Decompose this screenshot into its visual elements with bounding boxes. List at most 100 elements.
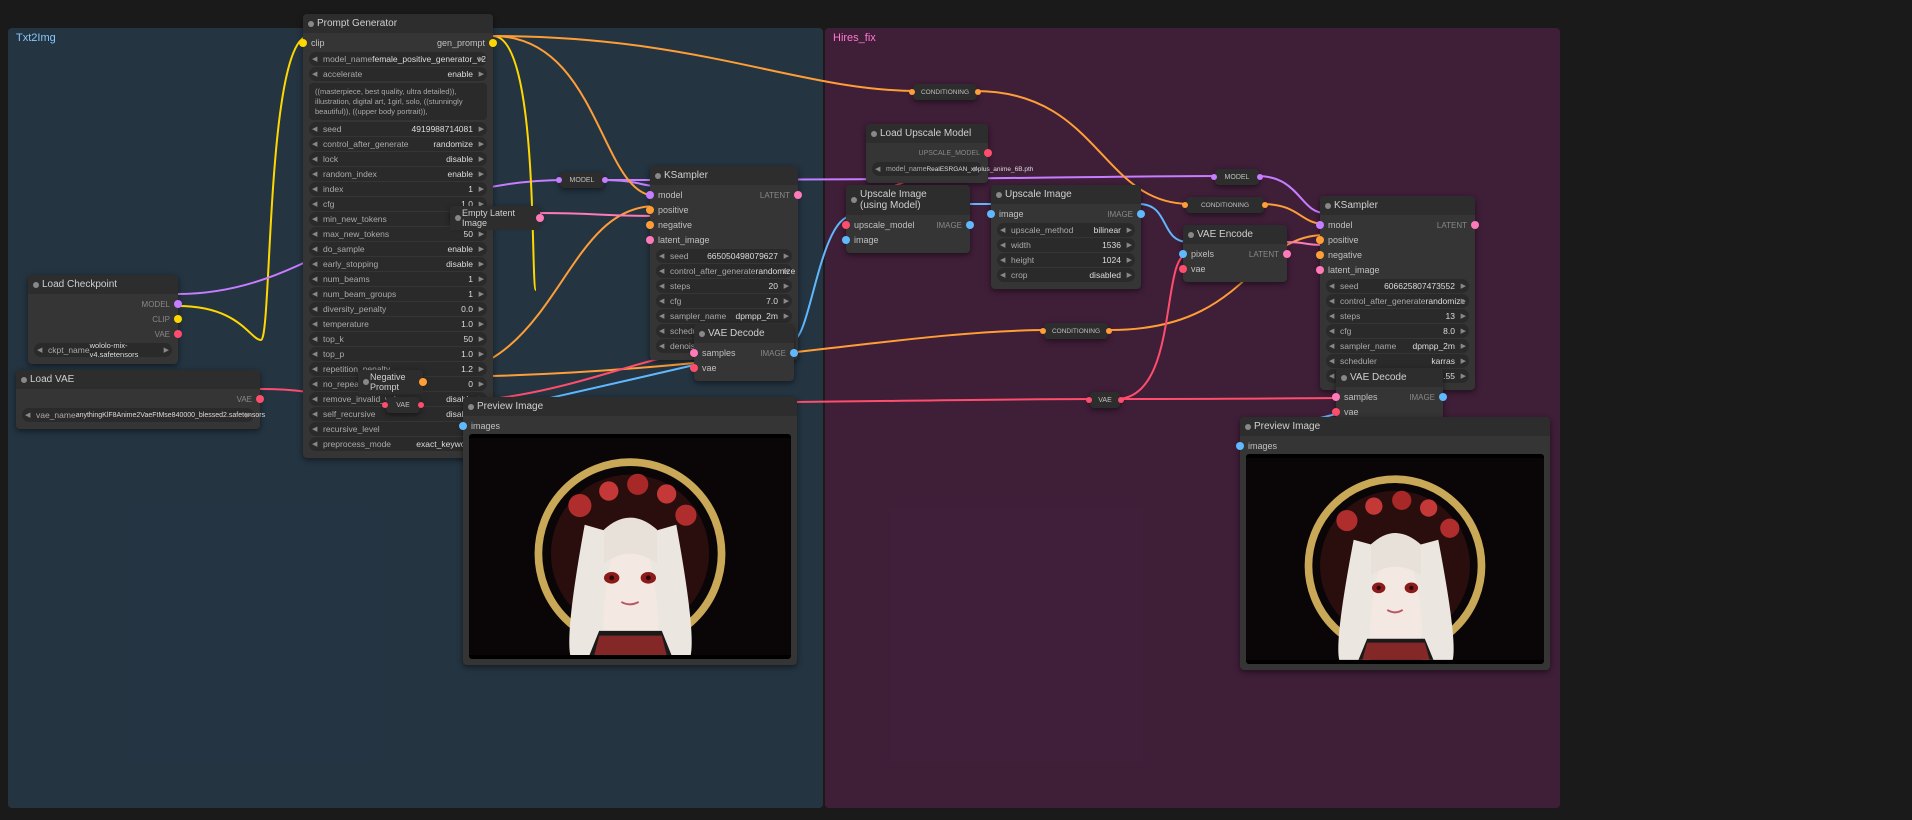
widget-ks1-steps[interactable]: ◀steps20▶ <box>656 279 792 293</box>
slot-samples-in[interactable]: samples <box>700 346 738 360</box>
collapse-icon[interactable] <box>996 192 1002 198</box>
slot-vae-in[interactable]: vae <box>700 361 788 375</box>
reroute-conditioning-pos[interactable]: CONDITIONING <box>913 84 977 100</box>
collapse-icon[interactable] <box>468 404 474 410</box>
reroute-model-2[interactable]: MODEL <box>1215 169 1259 185</box>
slot-latent-in[interactable]: latent_image <box>1326 263 1469 277</box>
slot-images-in[interactable]: images <box>469 419 791 433</box>
widget-ks1-cfg[interactable]: ◀cfg7.0▶ <box>656 294 792 308</box>
collapse-icon[interactable] <box>851 197 857 203</box>
widget-pg-model_name[interactable]: ◀model_namefemale_positive_generator_v2▶ <box>309 52 487 66</box>
widget-ckpt-name[interactable]: ◀ ckpt_name wololo-mix-v4.safetensors ▶ <box>34 343 172 357</box>
collapse-icon[interactable] <box>655 173 661 179</box>
widget-pg-control_after_generate[interactable]: ◀control_after_generaterandomize▶ <box>309 137 487 151</box>
collapse-icon[interactable] <box>1188 232 1194 238</box>
slot-image-out[interactable]: IMAGE <box>1105 207 1135 221</box>
slot-image-out[interactable]: IMAGE <box>1407 390 1437 404</box>
widget-pg-num_beam_groups[interactable]: ◀num_beam_groups1▶ <box>309 287 487 301</box>
widget-pg-preprocess_mode[interactable]: ◀preprocess_modeexact_keyword▶ <box>309 437 487 451</box>
widget-pg-early_stopping[interactable]: ◀early_stoppingdisable▶ <box>309 257 487 271</box>
reroute-vae[interactable]: VAE <box>386 397 420 413</box>
collapse-icon[interactable] <box>871 131 877 137</box>
widget-pg-random_index[interactable]: ◀random_indexenable▶ <box>309 167 487 181</box>
widget-ks1-seed[interactable]: ◀seed665050498079627▶ <box>656 249 792 263</box>
node-header[interactable]: Load VAE <box>16 370 260 389</box>
widget-pg-top_p[interactable]: ◀top_p1.0▶ <box>309 347 487 361</box>
node-upscale-with-model[interactable]: Upscale Image (using Model) upscale_mode… <box>846 185 970 253</box>
collapse-icon[interactable] <box>1325 203 1331 209</box>
collapse-icon[interactable] <box>33 282 39 288</box>
slot-vae-in[interactable]: vae <box>1189 262 1281 276</box>
widget-model-name[interactable]: ◀ model_name RealESRGAN_x4plus_anime_6B.… <box>872 162 982 176</box>
slot-samples-in[interactable]: samples <box>1342 390 1380 404</box>
widget-prompt-text[interactable]: ((masterpiece, best quality, ultra detai… <box>309 83 487 120</box>
widget-ks2-scheduler[interactable]: ◀schedulerkarras▶ <box>1326 354 1469 368</box>
slot-positive-in[interactable]: positive <box>656 203 792 217</box>
node-upscale-image[interactable]: Upscale Image image IMAGE ◀upscale_metho… <box>991 185 1141 289</box>
slot-latent-in[interactable]: latent_image <box>656 233 792 247</box>
node-empty-latent[interactable]: Empty Latent Image <box>450 206 540 224</box>
node-preview-2[interactable]: Preview Image images <box>1240 417 1550 670</box>
slot-image-out[interactable]: IMAGE <box>758 346 788 360</box>
widget-pg-diversity_penalty[interactable]: ◀diversity_penalty0.0▶ <box>309 302 487 316</box>
widget-ui-height[interactable]: ◀height1024▶ <box>997 253 1135 267</box>
node-header[interactable]: Upscale Image (using Model) <box>846 185 970 215</box>
node-negative-prompt[interactable]: Negative Prompt <box>358 370 423 388</box>
slot-latent-out[interactable]: LATENT <box>1247 247 1281 261</box>
slot-model-out[interactable]: MODEL <box>34 297 172 311</box>
widget-pg-do_sample[interactable]: ◀do_sampleenable▶ <box>309 242 487 256</box>
slot-latent-out[interactable]: LATENT <box>1435 218 1469 232</box>
widget-pg-top_k[interactable]: ◀top_k50▶ <box>309 332 487 346</box>
node-ksampler-2[interactable]: KSampler model LATENT positive negative … <box>1320 196 1475 390</box>
slot-clip-in[interactable]: clip <box>309 36 327 50</box>
widget-ks2-control_after_generate[interactable]: ◀control_after_generaterandomize▶ <box>1326 294 1469 308</box>
node-header[interactable]: KSampler <box>650 166 798 185</box>
widget-ui-crop[interactable]: ◀cropdisabled▶ <box>997 268 1135 282</box>
widget-ks2-steps[interactable]: ◀steps13▶ <box>1326 309 1469 323</box>
node-header[interactable]: VAE Decode <box>1336 368 1443 387</box>
collapse-icon[interactable] <box>1341 375 1347 381</box>
slot-model-in[interactable]: model <box>1326 218 1355 232</box>
node-vae-encode[interactable]: VAE Encode pixels LATENT vae <box>1183 225 1287 282</box>
collapse-icon[interactable] <box>308 21 314 27</box>
node-vae-decode-1[interactable]: VAE Decode samples IMAGE vae <box>694 324 794 381</box>
reroute-conditioning-neg[interactable]: CONDITIONING <box>1044 323 1108 339</box>
reroute-conditioning-pos-2[interactable]: CONDITIONING <box>1186 197 1264 213</box>
slot-image-out[interactable]: IMAGE <box>934 218 964 232</box>
collapse-icon[interactable] <box>699 331 705 337</box>
slot-image-in[interactable]: image <box>852 233 964 247</box>
node-header[interactable]: KSampler <box>1320 196 1475 215</box>
reroute-model[interactable]: MODEL <box>560 172 604 188</box>
node-load-vae[interactable]: Load VAE VAE ◀ vae_name anythingKlF8Anim… <box>16 370 260 429</box>
widget-pg-lock[interactable]: ◀lockdisable▶ <box>309 152 487 166</box>
reroute-vae-2[interactable]: VAE <box>1090 392 1120 408</box>
widget-ks2-cfg[interactable]: ◀cfg8.0▶ <box>1326 324 1469 338</box>
slot-vae-out[interactable]: VAE <box>22 392 254 406</box>
node-load-checkpoint[interactable]: Load Checkpoint MODEL CLIP VAE ◀ ckpt_na… <box>28 275 178 364</box>
widget-ui-upscale_method[interactable]: ◀upscale_methodbilinear▶ <box>997 223 1135 237</box>
slot-negative-in[interactable]: negative <box>1326 248 1469 262</box>
slot-clip-out[interactable]: CLIP <box>34 312 172 326</box>
node-preview-1[interactable]: Preview Image images <box>463 397 797 665</box>
node-header[interactable]: VAE Encode <box>1183 225 1287 244</box>
widget-pg-seed[interactable]: ◀seed4919988714081▶ <box>309 122 487 136</box>
node-header[interactable]: Prompt Generator <box>303 14 493 33</box>
slot-positive-in[interactable]: positive <box>1326 233 1469 247</box>
slot-latent-out[interactable]: LATENT <box>758 188 792 202</box>
slot-gen-prompt-out[interactable]: gen_prompt <box>435 36 487 50</box>
node-header[interactable]: Preview Image <box>463 397 797 416</box>
widget-ks2-sampler_name[interactable]: ◀sampler_namedpmpp_2m▶ <box>1326 339 1469 353</box>
node-header[interactable]: Load Checkpoint <box>28 275 178 294</box>
node-header[interactable]: Upscale Image <box>991 185 1141 204</box>
slot-upscale-model-in[interactable]: upscale_model <box>852 218 917 232</box>
widget-ks1-control_after_generate[interactable]: ◀control_after_generaterandomize▶ <box>656 264 792 278</box>
collapse-icon[interactable] <box>455 215 461 221</box>
node-header[interactable]: Preview Image <box>1240 417 1550 436</box>
widget-ui-width[interactable]: ◀width1536▶ <box>997 238 1135 252</box>
slot-image-in[interactable]: image <box>997 207 1026 221</box>
node-load-upscale-model[interactable]: Load Upscale Model UPSCALE_MODEL ◀ model… <box>866 124 988 183</box>
widget-pg-num_beams[interactable]: ◀num_beams1▶ <box>309 272 487 286</box>
collapse-icon[interactable] <box>1245 424 1251 430</box>
widget-pg-accelerate[interactable]: ◀accelerateenable▶ <box>309 67 487 81</box>
widget-vae-name[interactable]: ◀ vae_name anythingKlF8Anime2VaeFtMse840… <box>22 408 254 422</box>
